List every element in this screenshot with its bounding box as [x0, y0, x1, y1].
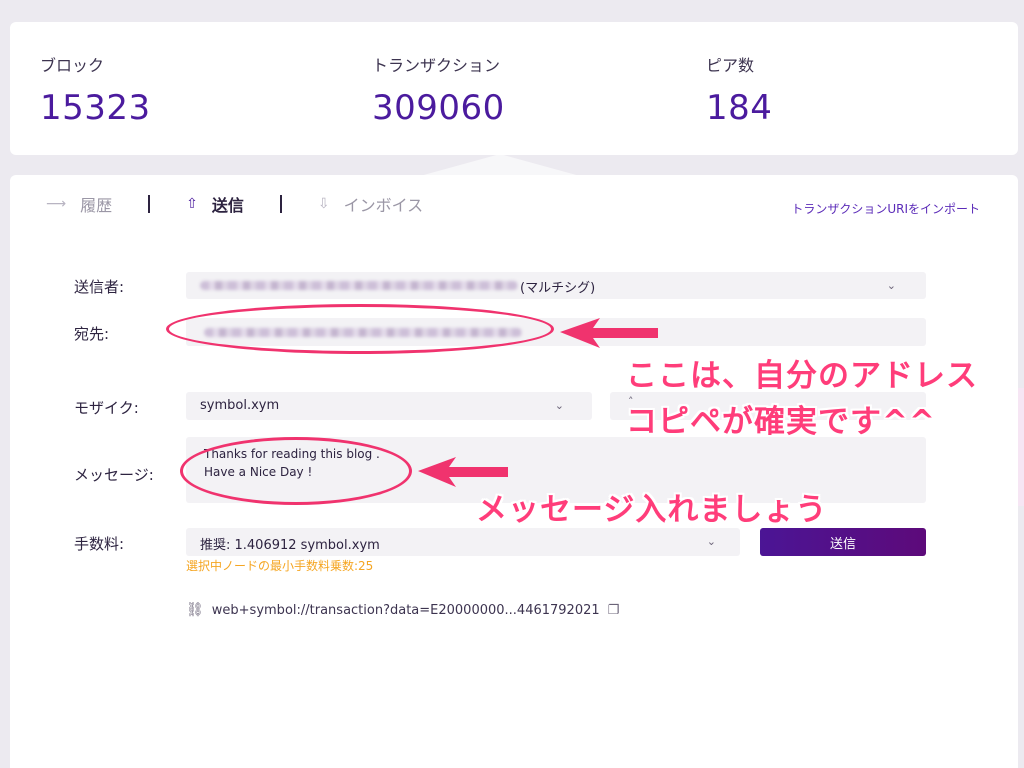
transaction-uri-text: web+symbol://transaction?data=E20000000.… [211, 602, 600, 618]
recipient-label: 宛先: [74, 325, 110, 343]
stat-peers-value: 184 [706, 88, 773, 128]
message-label: メッセージ: [74, 466, 154, 484]
stat-transactions: トランザクション 309060 [372, 52, 505, 128]
recipient-note-line-1: ここは、自分のアドレス [626, 358, 978, 394]
fee-value: 推奨: 1.406912 symbol.xym [200, 538, 380, 553]
stat-peers-label: ピア数 [706, 56, 755, 75]
transaction-uri: ⛓ web+symbol://transaction?data=E2000000… [186, 602, 619, 618]
chevron-down-icon: ⌄ [706, 535, 716, 548]
stat-transactions-label: トランザクション [372, 56, 501, 75]
tab-send-label: 送信 [211, 196, 244, 215]
transfer-tabs: ⟶ 履歴 ⇧ 送信 ⇩ インボイス [46, 192, 423, 216]
fee-label: 手数料: [74, 535, 125, 553]
sender-label: 送信者: [74, 278, 125, 296]
mosaic-value: symbol.xym [200, 398, 280, 413]
tab-send[interactable]: ⇧ 送信 [186, 192, 244, 216]
stat-blocks: ブロック 15323 [40, 52, 151, 128]
tab-invoice[interactable]: ⇩ インボイス [318, 192, 423, 216]
min-fee-multiplier-note: 選択中ノードの最小手数料乗数:25 [186, 559, 374, 573]
stat-transactions-value: 309060 [372, 88, 505, 128]
recipient-note-line-2: コピペが確実です^^ [626, 404, 936, 440]
download-icon: ⇩ [317, 196, 330, 212]
history-arrow-icon: ⟶ [46, 196, 67, 212]
upload-icon: ⇧ [186, 196, 198, 212]
background-edge [1018, 388, 1024, 506]
tab-history-label: 履歴 [80, 196, 113, 215]
stat-peers: ピア数 184 [706, 52, 772, 128]
tab-invoice-label: インボイス [343, 196, 424, 215]
sender-multisig-suffix: (マルチシグ) [520, 281, 596, 296]
message-highlight-ellipse [180, 437, 412, 505]
message-note: メッセージ入れましょう [476, 492, 828, 528]
card-notch [420, 154, 580, 176]
send-button[interactable]: 送信 [760, 528, 926, 556]
recipient-highlight-ellipse [166, 304, 554, 354]
transfer-card: ⟶ 履歴 ⇧ 送信 ⇩ インボイス トランザクションURIをインポート 送信者:… [10, 175, 1018, 768]
stat-blocks-value: 15323 [40, 88, 151, 128]
chevron-down-icon: ⌄ [554, 399, 564, 412]
network-stats-card: ブロック 15323 トランザクション 309060 ピア数 184 [10, 22, 1018, 155]
link-icon: ⛓ [186, 602, 204, 618]
recipient-arrow-icon [560, 318, 658, 348]
mosaic-select[interactable]: symbol.xym ⌄ [186, 392, 592, 420]
tab-separator [279, 195, 282, 213]
tab-separator [148, 195, 151, 213]
sender-select[interactable]: (マルチシグ) ⌄ [186, 272, 926, 299]
mosaic-label: モザイク: [74, 399, 139, 417]
chevron-down-icon: ⌄ [886, 279, 896, 292]
fee-select[interactable]: 推奨: 1.406912 symbol.xym ⌄ [186, 528, 740, 556]
tab-history[interactable]: ⟶ 履歴 [46, 192, 112, 216]
copy-icon[interactable]: ❐ [608, 603, 620, 618]
sender-address-redacted [200, 281, 518, 290]
import-transaction-uri-link[interactable]: トランザクションURIをインポート [791, 200, 980, 217]
stat-blocks-label: ブロック [40, 56, 105, 75]
